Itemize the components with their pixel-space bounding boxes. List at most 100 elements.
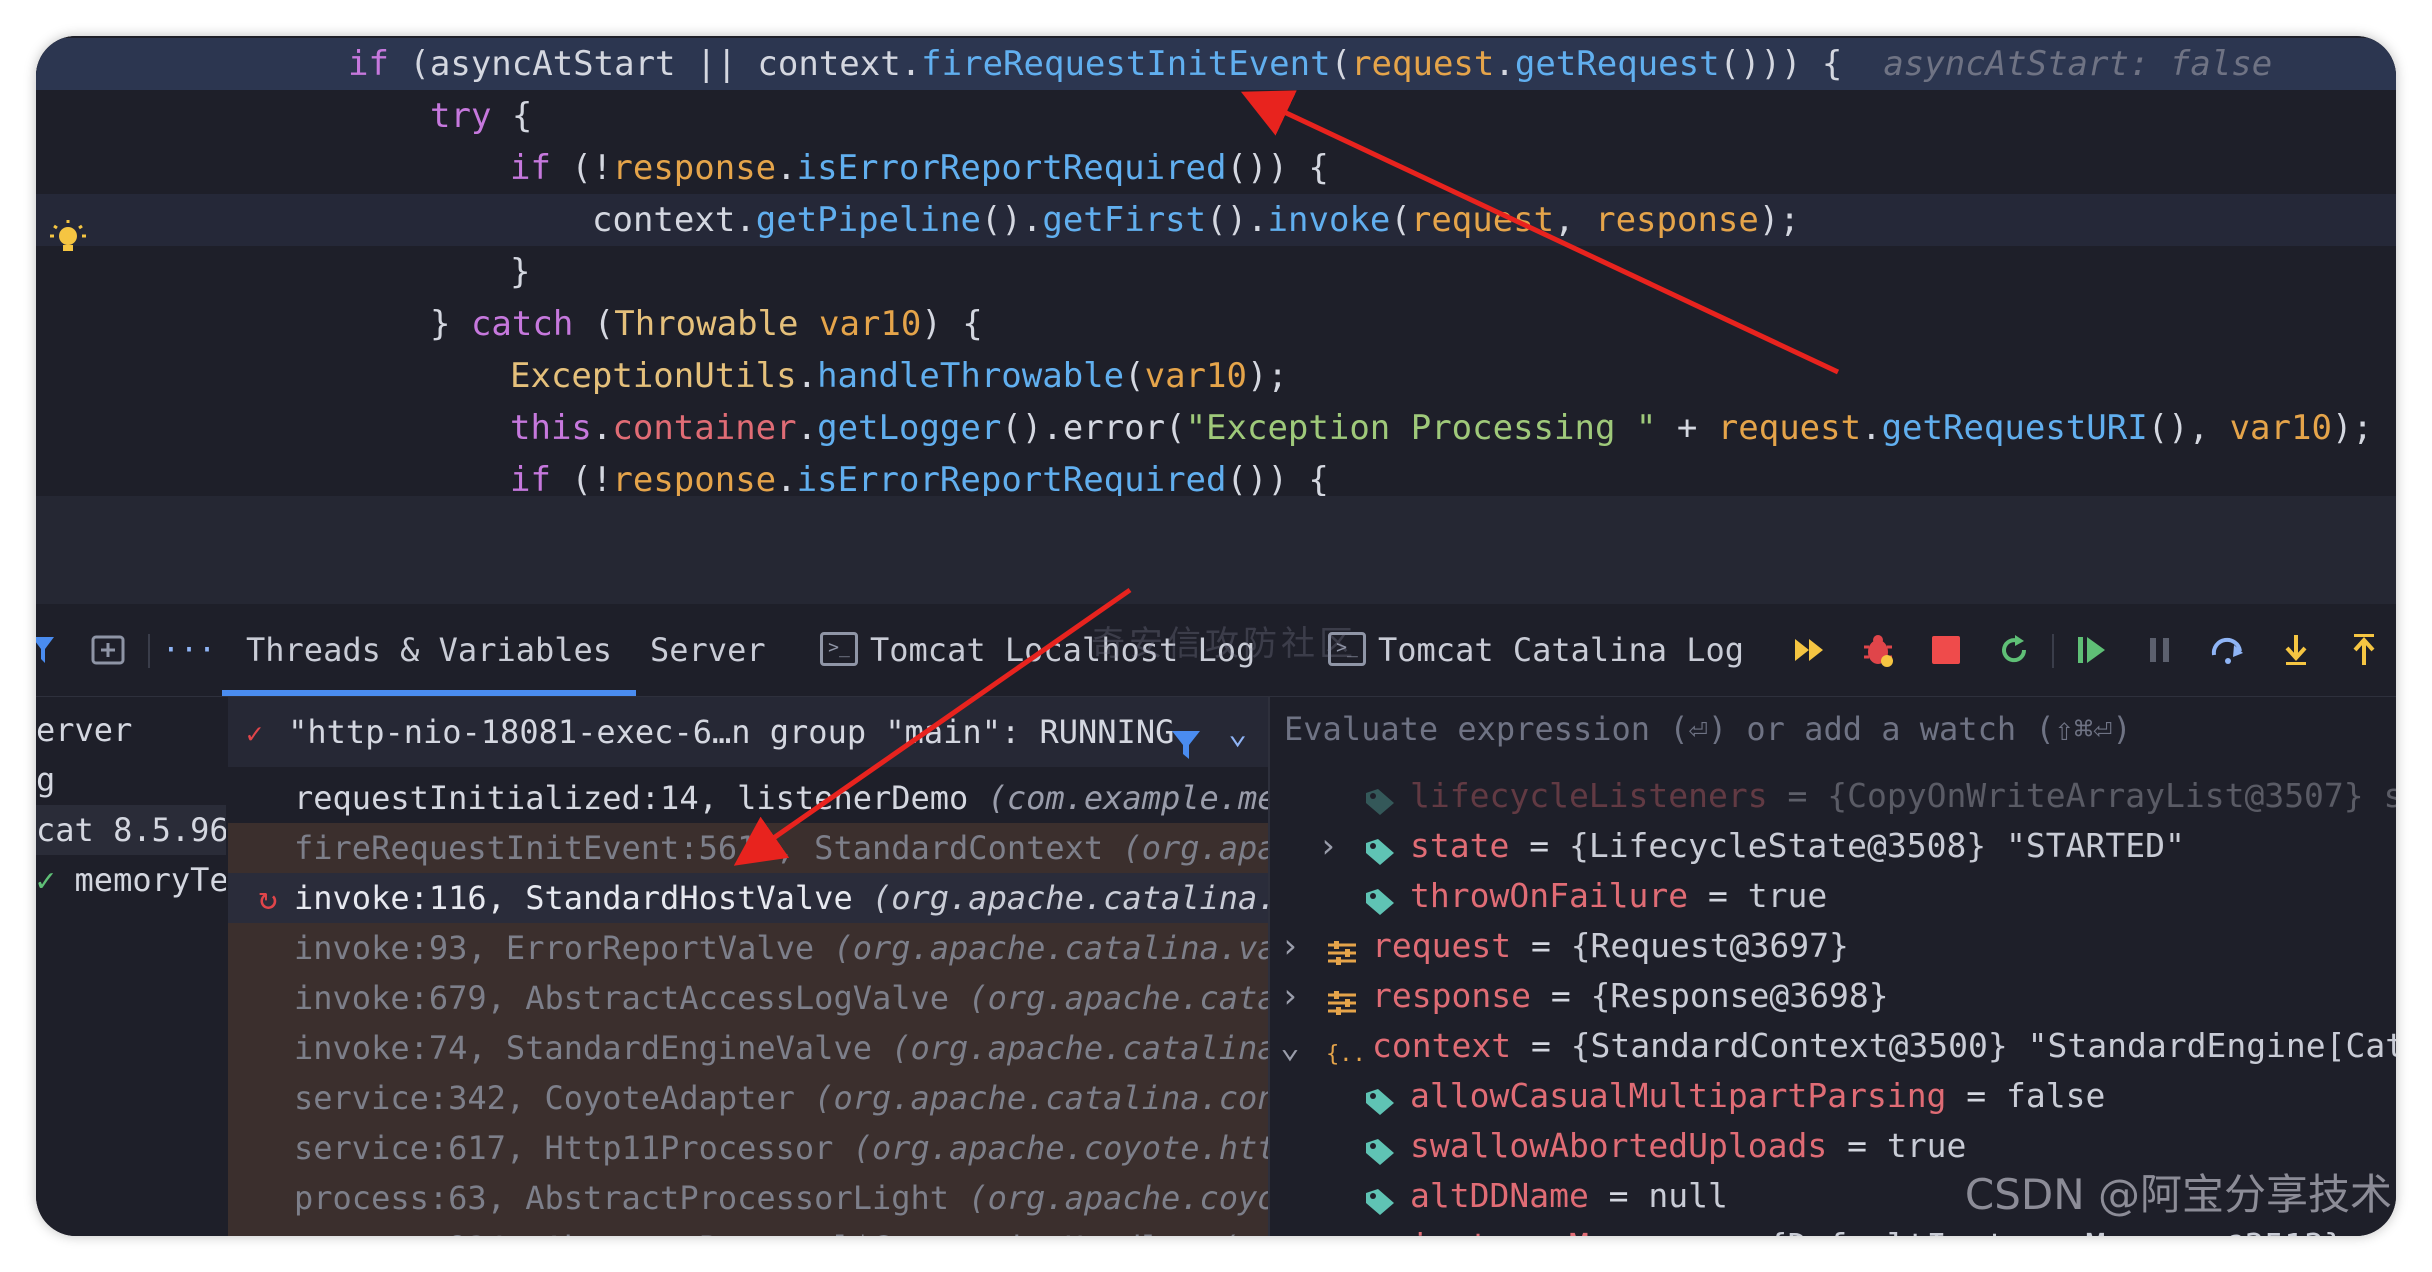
console-icon: >_ [1328, 632, 1366, 666]
sidebar-item-memorytest[interactable]: ✓ memoryTes [36, 855, 226, 905]
code-token: , [1554, 200, 1596, 240]
stack-frame-row[interactable]: service:342, CoyoteAdapter (org.apache.c… [228, 1073, 1268, 1123]
code-line[interactable]: ExceptionUtils.handleThrowable(var10); [36, 350, 2396, 402]
stack-frame-row[interactable]: invoke:93, ErrorReportValve (org.apache.… [228, 923, 1268, 973]
chevron-right-icon[interactable]: › [1280, 971, 1310, 1021]
code-token: . [796, 408, 818, 448]
restart-frame-icon[interactable]: ↻ [248, 873, 288, 923]
stack-frame-row[interactable]: fireRequestInitEvent:5618, StandardConte… [228, 823, 1268, 873]
filter-icon[interactable] [36, 626, 58, 674]
code-line[interactable]: if (!response.isErrorReportRequired()) { [36, 454, 2396, 496]
frame-package: (org.apache.catalina.valves) [833, 929, 1268, 967]
stack-frame-row[interactable]: service:617, Http11Processor (org.apache… [228, 1123, 1268, 1173]
code-token: if [348, 44, 389, 84]
variable-value: {CopyOnWriteArrayList@3507} size [1827, 776, 2396, 815]
field-tag-icon [1364, 1181, 1396, 1215]
code-token: asyncAtStart: false [1883, 44, 2273, 84]
sidebar-item-server[interactable]: erver [36, 705, 132, 755]
code-line[interactable]: } [36, 246, 2396, 298]
chevron-right-icon[interactable]: › [1318, 1221, 1348, 1236]
code-token: request [1351, 44, 1495, 84]
debug-toolbar: ··· Threads & Variables Server >_ Tomcat … [36, 604, 2396, 697]
variable-row[interactable]: › response = {Response@3698} [1280, 971, 1889, 1021]
resume-all-icon[interactable] [1788, 626, 1832, 674]
variable-row[interactable]: › instanceManager = {DefaultInstanceManag… [1318, 1221, 2344, 1236]
code-line[interactable]: } catch (Throwable var10) { [36, 298, 2396, 350]
resume-icon[interactable] [2070, 626, 2114, 674]
step-into-icon[interactable] [2274, 626, 2318, 674]
ide-window: if (asyncAtStart || context.fireRequestI… [36, 36, 2396, 1236]
variable-row[interactable]: lifecycleListeners = {CopyOnWriteArrayLi… [1318, 771, 2396, 821]
variable-text: swallowAbortedUploads = true [1410, 1126, 1966, 1165]
add-frame-icon[interactable] [88, 626, 128, 674]
code-line[interactable]: context.getPipeline().getFirst().invoke(… [36, 194, 2396, 246]
frame-method: fireRequestInitEvent:5618, StandardConte… [294, 829, 1123, 867]
code-token: var10 [818, 304, 922, 344]
code-token: ); [1246, 356, 1288, 396]
chevron-right-icon[interactable]: › [1280, 921, 1310, 971]
stop-icon[interactable] [1924, 626, 1968, 674]
field-tag-icon [1364, 881, 1396, 915]
thread-selector[interactable]: ✓ "http-nio-18081-exec-6…n group "main":… [228, 697, 1268, 767]
code-token: ( [1330, 44, 1352, 84]
tab-tomcat-catalina-log[interactable]: >_ Tomcat Catalina Log [1328, 604, 1744, 696]
frame-package: (org.apache.catalina. [968, 979, 1268, 1017]
code-token: ); [2331, 408, 2373, 448]
code-text: context.getPipeline().getFirst().invoke(… [592, 194, 1800, 246]
variable-row[interactable]: swallowAbortedUploads = true [1318, 1121, 1966, 1171]
tab-server[interactable]: Server [650, 604, 766, 696]
variable-name: lifecycleListeners [1410, 776, 1768, 815]
variable-row[interactable]: throwOnFailure = true [1318, 871, 1827, 921]
code-line[interactable]: this.container.getLogger().error("Except… [36, 402, 2396, 454]
sidebar-item-tomcat[interactable]: cat 8.5.96 [36, 805, 226, 855]
lightbulb-icon[interactable] [50, 220, 86, 256]
variables-panel: Evaluate expression (⏎) or add a watch (… [1270, 697, 2396, 1236]
stack-frame-row[interactable]: invoke:74, StandardEngineValve (org.apac… [228, 1023, 1268, 1073]
frame-package: (com.example.memoryt [987, 779, 1270, 817]
code-token: . [776, 460, 797, 496]
sidebar-item-label: memoryTes [74, 861, 226, 899]
code-line[interactable]: try { [36, 90, 2396, 142]
code-line[interactable]: if (!response.isErrorReportRequired()) { [36, 142, 2396, 194]
stack-frame-row[interactable]: requestInitialized:14, listenerDemo (com… [228, 773, 1268, 823]
variable-row[interactable]: › request = {Request@3697} [1280, 921, 1849, 971]
frame-method: service:617, Http11Processor [294, 1129, 853, 1167]
variable-name: swallowAbortedUploads [1410, 1126, 1828, 1165]
variable-row[interactable]: allowCasualMultipartParsing = false [1318, 1071, 2105, 1121]
variable-row[interactable]: ⌄ {..} context = {StandardContext@3500} "S… [1280, 1021, 2396, 1071]
stack-frame-row[interactable]: invoke:679, AbstractAccessLogValve (org.… [228, 973, 1268, 1023]
code-token: . [1494, 44, 1515, 84]
pause-icon[interactable] [2138, 626, 2182, 674]
stack-frame-row[interactable]: process:63, AbstractProcessorLight (org.… [228, 1173, 1268, 1223]
variable-value: {LifecycleState@3508} "STARTED" [1568, 826, 2185, 865]
code-editor[interactable]: if (asyncAtStart || context.fireRequestI… [36, 36, 2396, 496]
variable-row[interactable]: altDDName = null [1318, 1171, 1728, 1221]
code-text: ExceptionUtils.handleThrowable(var10); [510, 350, 1288, 402]
toolbar-separator [2052, 634, 2054, 668]
code-line[interactable]: if (asyncAtStart || context.fireRequestI… [36, 38, 2396, 90]
variable-row[interactable]: › state = {LifecycleState@3508} "STARTED" [1318, 821, 2185, 871]
tab-threads-variables[interactable]: Threads & Variables [222, 604, 637, 696]
code-token: (! [550, 460, 613, 496]
code-token: getPipeline [755, 200, 981, 240]
sidebar-item-log[interactable]: g [36, 755, 55, 805]
stack-frame-row[interactable]: process:934, AbstractProtocol$Connection… [228, 1223, 1268, 1236]
tab-tomcat-localhost-log[interactable]: >_ Tomcat Localhost Log [820, 604, 1255, 696]
chevron-right-icon[interactable]: › [1318, 821, 1348, 871]
step-over-icon[interactable] [2206, 626, 2250, 674]
step-out-icon[interactable] [2342, 626, 2386, 674]
equals-sign: = [1588, 1176, 1649, 1215]
chevron-down-icon[interactable]: ⌄ [1280, 1021, 1310, 1071]
rerun-icon[interactable] [1992, 626, 2036, 674]
equals-sign: = [1511, 926, 1571, 965]
more-options-icon[interactable]: ··· [162, 626, 216, 674]
equals-sign: = [1708, 1226, 1768, 1236]
chevron-down-icon[interactable]: ⌄ [1228, 697, 1247, 767]
frame-method: service:342, CoyoteAdapter [294, 1079, 815, 1117]
variable-value: {DefaultInstanceManager@3513} [1768, 1226, 2344, 1236]
evaluate-expression-input[interactable]: Evaluate expression (⏎) or add a watch (… [1270, 697, 2396, 761]
variable-text: instanceManager = {DefaultInstanceManage… [1410, 1226, 2344, 1236]
frame-package: (org.apache.coyote.http11) [852, 1129, 1268, 1167]
debug-bug-icon[interactable] [1856, 626, 1900, 674]
stack-frame-row[interactable]: ↻ invoke:116, StandardHostValve (org.apac… [228, 873, 1268, 923]
